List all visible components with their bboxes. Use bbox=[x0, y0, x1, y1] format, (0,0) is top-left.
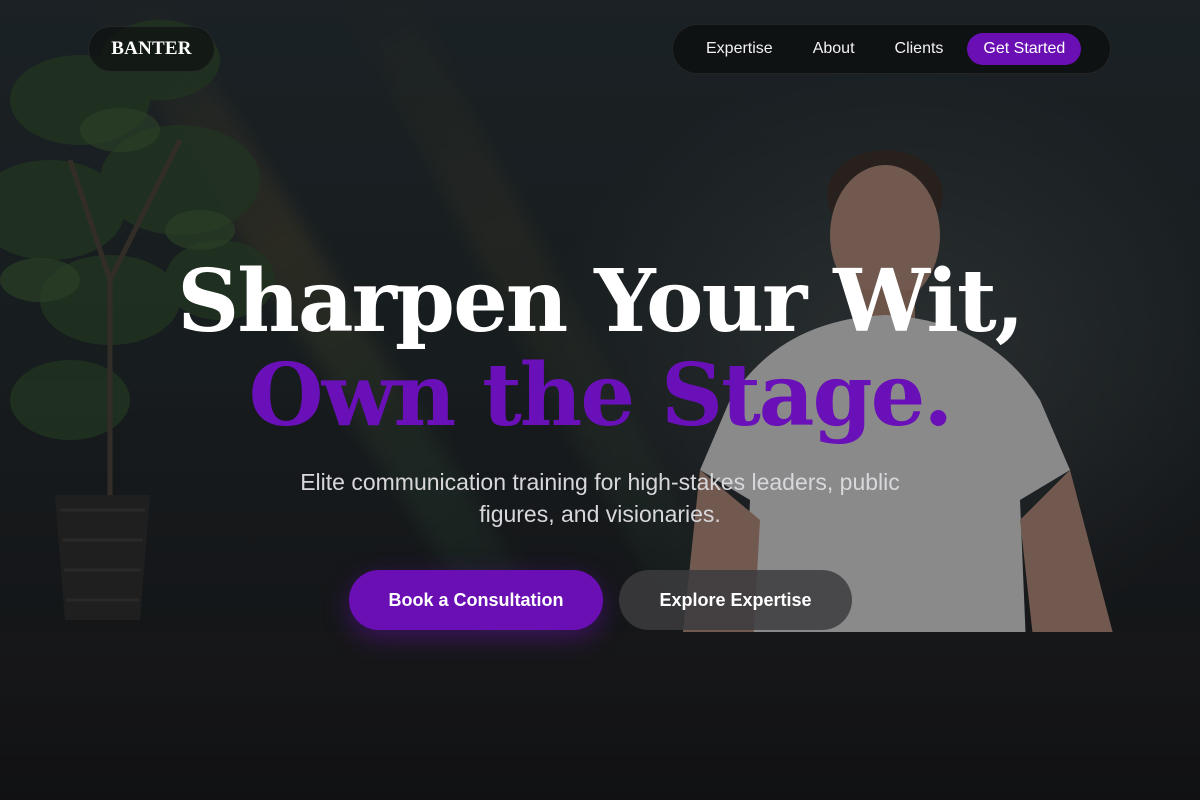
hero-headline-line1: Sharpen Your Wit, bbox=[177, 251, 1024, 352]
nav-item-expertise[interactable]: Expertise bbox=[689, 40, 793, 58]
book-consultation-button[interactable]: Book a Consultation bbox=[349, 570, 603, 630]
hero-subtext: Elite communication training for high-st… bbox=[300, 469, 900, 527]
top-navigation: Expertise About Clients Get Started bbox=[672, 24, 1111, 74]
hero-headline-line2: Own the Stage. bbox=[248, 345, 954, 446]
get-started-button[interactable]: Get Started bbox=[967, 33, 1082, 65]
nav-item-about[interactable]: About bbox=[793, 40, 875, 58]
explore-expertise-button[interactable]: Explore Expertise bbox=[619, 570, 852, 630]
nav-item-clients[interactable]: Clients bbox=[875, 40, 968, 58]
brand-logo[interactable]: BANTER bbox=[88, 26, 215, 72]
